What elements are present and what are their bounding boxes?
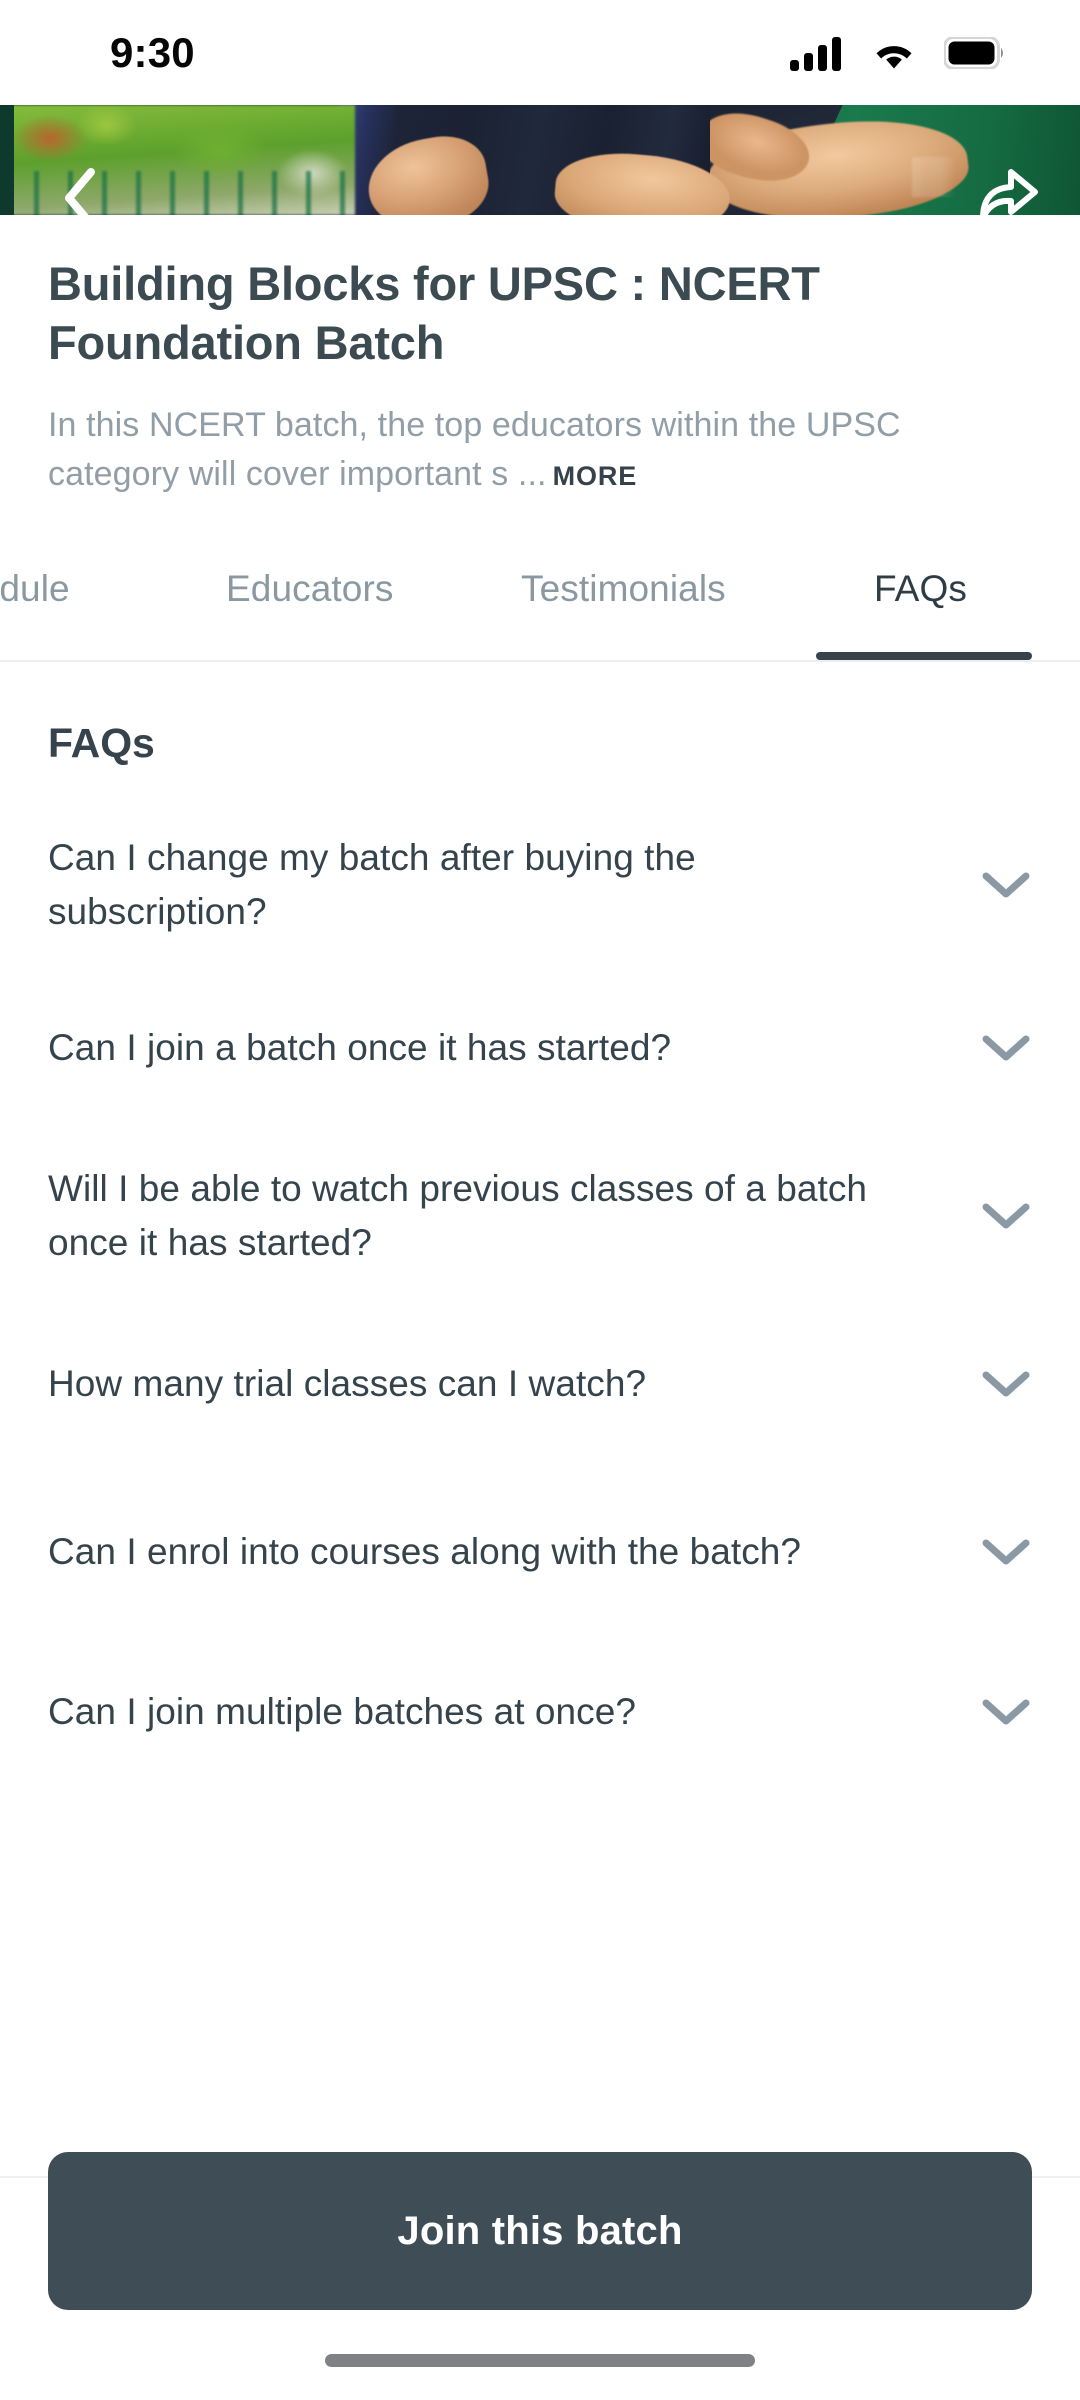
course-detail-content: Building Blocks for UPSC : NCERT Foundat…: [0, 215, 1080, 1787]
tab-bar: hedule Educators Testimonials FAQs: [0, 552, 1080, 662]
faq-question: Can I change my batch after buying the s…: [48, 837, 696, 932]
faq-item-2[interactable]: Can I join a batch once it has started?: [0, 965, 1080, 1131]
status-bar: 9:30: [0, 0, 1080, 105]
status-bar-clock: 9:30: [110, 28, 195, 76]
faq-item-4[interactable]: How many trial classes can I watch?: [0, 1301, 1080, 1467]
home-indicator[interactable]: [325, 2354, 755, 2367]
tab-educators[interactable]: Educators: [226, 568, 394, 610]
faq-question: Can I enrol into courses along with the …: [48, 1530, 802, 1572]
footer-action-bar: Join this batch: [0, 2152, 1080, 2310]
chevron-down-icon[interactable]: [978, 1201, 1034, 1231]
faq-question: Will I be able to watch previous classes…: [48, 1168, 868, 1263]
tab-testimonials[interactable]: Testimonials: [521, 568, 726, 610]
chevron-down-icon[interactable]: [978, 1537, 1034, 1567]
wifi-icon: [876, 45, 912, 68]
faq-list: Can I change my batch after buying the s…: [0, 805, 1080, 1787]
page-title: Building Blocks for UPSC : NCERT Foundat…: [48, 257, 820, 369]
join-batch-button[interactable]: Join this batch: [48, 2152, 1032, 2310]
course-hero-image: [0, 105, 1080, 215]
faq-question: Can I join a batch once it has started?: [48, 1026, 672, 1068]
chevron-down-icon[interactable]: [978, 1697, 1034, 1727]
faq-question: Can I join multiple batches at once?: [48, 1690, 636, 1732]
faq-item-6[interactable]: Can I join multiple batches at once?: [0, 1637, 1080, 1787]
faq-item-5[interactable]: Can I enrol into courses along with the …: [0, 1467, 1080, 1637]
hero-photo: [0, 105, 1080, 215]
tab-faqs[interactable]: FAQs: [874, 568, 967, 610]
read-more-link[interactable]: MORE: [553, 461, 638, 491]
status-bar-icons: [790, 35, 1006, 71]
faqs-section-heading: FAQs: [48, 719, 155, 766]
faq-item-3[interactable]: Will I be able to watch previous classes…: [0, 1131, 1080, 1301]
tab-schedule[interactable]: hedule: [0, 568, 70, 610]
hero-left-edge: [0, 105, 14, 215]
chevron-down-icon[interactable]: [978, 870, 1034, 900]
faq-item-1[interactable]: Can I change my batch after buying the s…: [0, 805, 1080, 965]
chevron-down-icon[interactable]: [978, 1369, 1034, 1399]
battery-icon: [944, 36, 1003, 69]
cellular-signal-icon: [790, 36, 841, 71]
course-description: In this NCERT batch, the top educators w…: [0, 373, 1080, 500]
course-description-text: In this NCERT batch, the top educators w…: [48, 405, 901, 494]
active-tab-indicator: [816, 651, 1032, 660]
faq-question: How many trial classes can I watch?: [48, 1362, 647, 1404]
chevron-down-icon[interactable]: [978, 1033, 1034, 1063]
app-screen: 9:30 Building Blocks for UPSC: NCERT Fo…: [0, 0, 1080, 2400]
